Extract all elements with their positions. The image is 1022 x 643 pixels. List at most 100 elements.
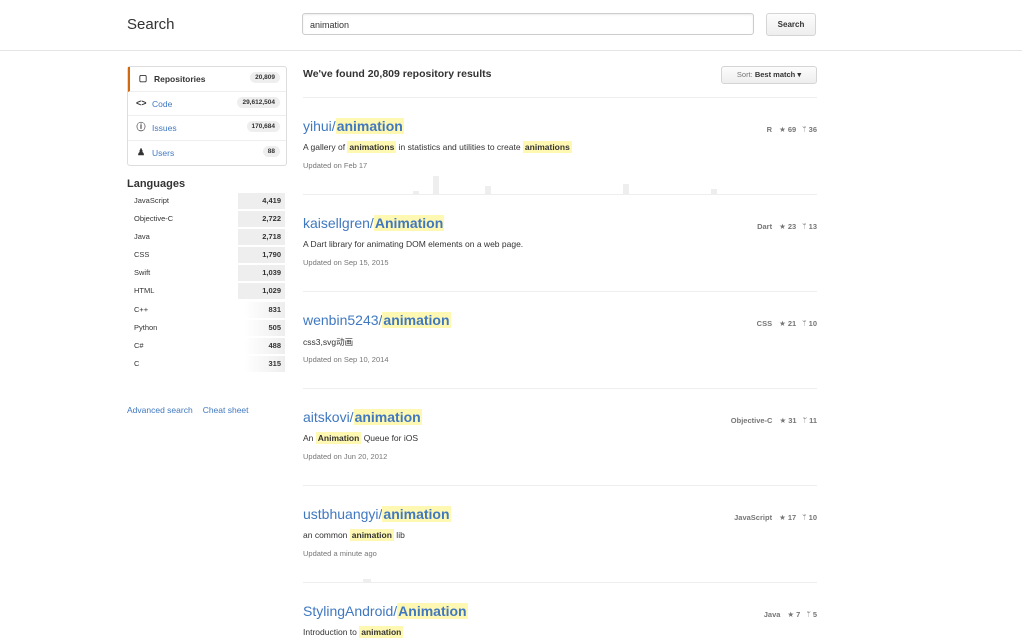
description-text: Queue for iOS bbox=[361, 433, 419, 443]
repo-meta: Java ★ 7 ᛘ 5 bbox=[764, 610, 817, 619]
repo-owner: aitskovi/ bbox=[303, 409, 354, 425]
search-button[interactable]: Search bbox=[766, 13, 816, 36]
issue-icon: ⓘ bbox=[136, 122, 146, 132]
description-text: A gallery of bbox=[303, 142, 348, 152]
repo-name-link[interactable]: StylingAndroid/Animation bbox=[303, 603, 468, 619]
repo-forks[interactable]: 11 bbox=[809, 416, 817, 425]
language-item[interactable]: Python 505 bbox=[127, 319, 287, 337]
language-count: 1,790 bbox=[238, 247, 285, 264]
language-item[interactable]: JavaScript 4,419 bbox=[127, 192, 287, 210]
search-highlight: animations bbox=[522, 141, 572, 153]
activity-sparkline-bar bbox=[623, 184, 629, 194]
repo-result: StylingAndroid/Animation Introduction to … bbox=[303, 583, 817, 643]
fork-icon: ᛘ bbox=[806, 610, 811, 619]
repo-description: A gallery of animations in statistics an… bbox=[303, 141, 572, 153]
repo-stars[interactable]: 21 bbox=[788, 319, 796, 328]
repo-stars[interactable]: 7 bbox=[796, 610, 800, 619]
language-item[interactable]: C++ 831 bbox=[127, 301, 287, 319]
description-text: lib bbox=[393, 530, 405, 540]
repo-result: ustbhuangyi/animation an common animation… bbox=[303, 486, 817, 583]
star-icon: ★ bbox=[779, 319, 786, 328]
repo-description: an common animation lib bbox=[303, 529, 405, 541]
page-title: Search bbox=[127, 16, 175, 33]
repo-forks[interactable]: 10 bbox=[809, 319, 817, 328]
repo-result: kaisellgren/Animation A Dart library for … bbox=[303, 195, 817, 292]
language-item[interactable]: Objective-C 2,722 bbox=[127, 210, 287, 228]
repo-name-link[interactable]: kaisellgren/Animation bbox=[303, 215, 445, 231]
description-text: an common bbox=[303, 530, 350, 540]
repo-stars[interactable]: 17 bbox=[788, 513, 796, 522]
fork-icon: ᛘ bbox=[802, 513, 807, 522]
repo-updated-date: Updated on Jun 20, 2012 bbox=[303, 452, 388, 461]
star-icon: ★ bbox=[787, 610, 795, 619]
repo-language: Objective-C bbox=[730, 416, 773, 425]
repo-name-link[interactable]: ustbhuangyi/animation bbox=[303, 506, 451, 522]
footer-links: Advanced search Cheat sheet bbox=[127, 405, 259, 415]
filter-item-code[interactable]: <> Code 29,612,504 bbox=[128, 92, 286, 116]
search-input[interactable]: animation bbox=[302, 13, 754, 35]
header-bar: Search animation Search bbox=[0, 0, 1022, 51]
filter-menu: ▢ Repositories 20,809 <> Code 29,612,504 ⓘ Issu… bbox=[127, 66, 287, 166]
filter-item-issues[interactable]: ⓘ Issues 170,684 bbox=[128, 116, 286, 141]
repo-result: wenbin5243/animation css3,svg动画 Updated on… bbox=[303, 292, 817, 389]
repo-name-highlight: animation bbox=[335, 118, 404, 134]
star-icon: ★ bbox=[779, 222, 786, 231]
cheat-sheet-link[interactable]: Cheat sheet bbox=[203, 405, 249, 415]
repo-name-link[interactable]: wenbin5243/animation bbox=[303, 312, 451, 328]
sort-value: Best match ▾ bbox=[754, 70, 802, 79]
repo-language: CSS bbox=[756, 319, 773, 328]
repo-name-link[interactable]: aitskovi/animation bbox=[303, 409, 422, 425]
language-count: 1,039 bbox=[238, 265, 285, 282]
repo-owner: ustbhuangyi/ bbox=[303, 506, 383, 522]
repo-forks[interactable]: 36 bbox=[809, 125, 817, 134]
language-item[interactable]: HTML 1,029 bbox=[127, 282, 287, 300]
language-item[interactable]: C# 488 bbox=[127, 337, 287, 355]
language-name: C bbox=[134, 358, 140, 368]
repo-name-highlight: animation bbox=[353, 409, 422, 425]
activity-sparkline-bar bbox=[711, 189, 717, 194]
repo-stars[interactable]: 31 bbox=[788, 416, 796, 425]
advanced-search-link[interactable]: Advanced search bbox=[127, 405, 193, 415]
filter-item-repositories[interactable]: ▢ Repositories 20,809 bbox=[128, 67, 286, 92]
language-name: Objective-C bbox=[134, 214, 174, 224]
filter-count-badge: 170,684 bbox=[246, 121, 280, 132]
repo-forks[interactable]: 5 bbox=[813, 610, 817, 619]
repo-language: Java bbox=[763, 610, 781, 619]
repo-name-highlight: animation bbox=[382, 506, 451, 522]
repo-forks[interactable]: 10 bbox=[809, 513, 817, 522]
sort-dropdown[interactable]: Sort: Best match ▾ bbox=[721, 66, 817, 84]
language-item[interactable]: Swift 1,039 bbox=[127, 264, 287, 282]
repo-stars[interactable]: 69 bbox=[788, 125, 796, 134]
repo-stars[interactable]: 23 bbox=[788, 222, 796, 231]
repo-description: A Dart library for animating DOM element… bbox=[303, 239, 523, 249]
language-item[interactable]: C 315 bbox=[127, 355, 287, 373]
search-highlight: animations bbox=[347, 141, 397, 153]
repo-description: css3,svg动画 bbox=[303, 336, 353, 348]
language-name: JavaScript bbox=[134, 196, 170, 205]
description-text: css3,svg动画 bbox=[303, 337, 354, 347]
description-text: An bbox=[303, 433, 316, 443]
language-name: Java bbox=[134, 232, 150, 242]
repo-owner: kaisellgren/ bbox=[303, 215, 374, 231]
repo-owner: yihui/ bbox=[303, 118, 336, 134]
search-highlight: animation bbox=[359, 626, 404, 638]
language-count: 505 bbox=[244, 319, 285, 336]
repo-meta: Dart ★ 23 ᛘ 13 bbox=[757, 222, 817, 231]
repo-forks[interactable]: 13 bbox=[809, 222, 817, 231]
languages-list: JavaScript 4,419 Objective-C 2,722 Java 2,718… bbox=[127, 192, 287, 373]
filter-item-users[interactable]: ♟ Users 88 bbox=[128, 141, 286, 166]
language-item[interactable]: Java 2,718 bbox=[127, 228, 287, 246]
fork-icon: ᛘ bbox=[802, 416, 808, 425]
language-name: CSS bbox=[134, 250, 150, 260]
fork-icon: ᛘ bbox=[802, 222, 807, 231]
repo-description: Introduction to animation bbox=[303, 626, 404, 638]
results-heading: We've found 20,809 repository results bbox=[303, 68, 492, 80]
fork-icon: ᛘ bbox=[802, 125, 807, 134]
activity-sparkline-bar bbox=[413, 191, 419, 194]
repo-name-link[interactable]: yihui/animation bbox=[303, 118, 404, 134]
language-count: 315 bbox=[244, 355, 285, 372]
star-icon: ★ bbox=[779, 125, 786, 134]
repo-meta: CSS ★ 21 ᛘ 10 bbox=[757, 319, 817, 328]
language-item[interactable]: CSS 1,790 bbox=[127, 246, 287, 264]
code-icon: <> bbox=[136, 97, 147, 108]
